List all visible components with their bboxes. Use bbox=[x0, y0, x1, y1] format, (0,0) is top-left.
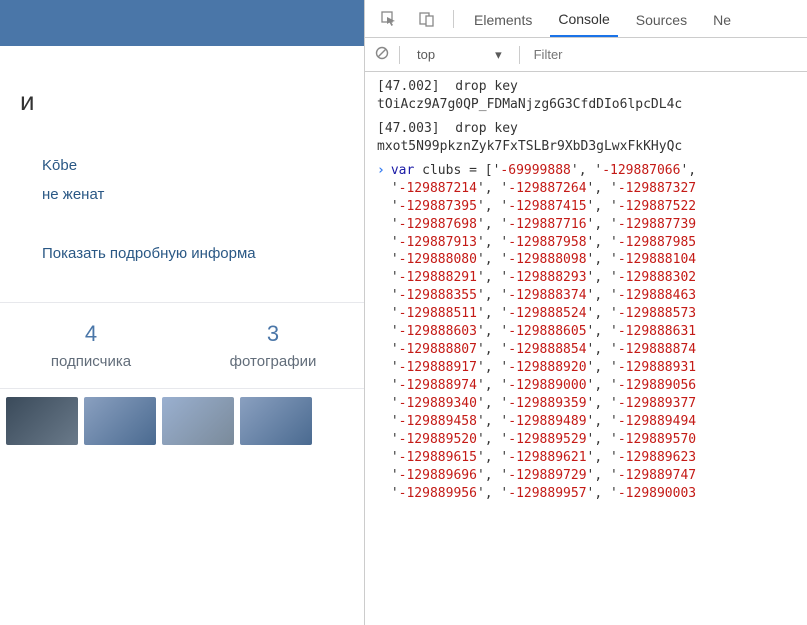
profile-city: Kōbe bbox=[42, 157, 364, 174]
profile-name-fragment: и bbox=[0, 46, 364, 129]
clear-console-icon[interactable] bbox=[375, 46, 389, 63]
profile-stats: 4 подписчика 3 фотографии bbox=[0, 302, 364, 389]
separator bbox=[519, 46, 520, 64]
tab-console[interactable]: Console bbox=[550, 1, 617, 37]
show-details-link[interactable]: Показать подробную информа bbox=[0, 215, 364, 262]
vk-top-bar bbox=[0, 0, 364, 46]
photo-thumb[interactable] bbox=[240, 397, 312, 445]
console-output[interactable]: [47.002] drop key tOiAcz9A7g0QP_FDMaNjzg… bbox=[365, 72, 807, 625]
console-input-line[interactable]: › var clubs = ['-69999888', '-129887066'… bbox=[377, 162, 807, 503]
tab-network[interactable]: Ne bbox=[705, 2, 739, 36]
console-log: [47.002] drop key tOiAcz9A7g0QP_FDMaNjzg… bbox=[377, 78, 807, 114]
stat-number: 3 bbox=[182, 321, 364, 347]
photo-thumbnails bbox=[0, 389, 364, 445]
stat-photos[interactable]: 3 фотографии bbox=[182, 321, 364, 370]
devtools-tabs: Elements Console Sources Ne bbox=[365, 0, 807, 38]
devtools-pane: Elements Console Sources Ne top ▾ [47.00… bbox=[365, 0, 807, 625]
stat-label: фотографии bbox=[182, 353, 364, 370]
stat-subscribers[interactable]: 4 подписчика bbox=[0, 321, 182, 370]
context-label: top bbox=[417, 47, 435, 62]
filter-input[interactable] bbox=[530, 45, 797, 64]
photo-thumb[interactable] bbox=[162, 397, 234, 445]
separator bbox=[399, 46, 400, 64]
vk-profile-pane: и Kōbe не женат Показать подробную инфор… bbox=[0, 0, 365, 625]
tab-sources[interactable]: Sources bbox=[628, 2, 695, 36]
stat-number: 4 bbox=[0, 321, 182, 347]
tab-elements[interactable]: Elements bbox=[466, 2, 540, 36]
console-code: var clubs = ['-69999888', '-129887066', … bbox=[391, 162, 704, 503]
profile-info: Kōbe не женат bbox=[0, 129, 364, 203]
separator bbox=[453, 10, 454, 28]
photo-thumb[interactable] bbox=[6, 397, 78, 445]
context-selector[interactable]: top ▾ bbox=[410, 44, 509, 66]
console-toolbar: top ▾ bbox=[365, 38, 807, 72]
profile-marital-status: не женат bbox=[42, 186, 364, 203]
stat-label: подписчика bbox=[0, 353, 182, 370]
chevron-down-icon: ▾ bbox=[495, 47, 502, 63]
toggle-device-icon[interactable] bbox=[413, 8, 441, 30]
console-log: [47.003] drop key mxot5N99pkznZyk7FxTSLB… bbox=[377, 120, 807, 156]
inspect-element-icon[interactable] bbox=[375, 8, 403, 30]
photo-thumb[interactable] bbox=[84, 397, 156, 445]
prompt-caret-icon: › bbox=[377, 162, 385, 180]
